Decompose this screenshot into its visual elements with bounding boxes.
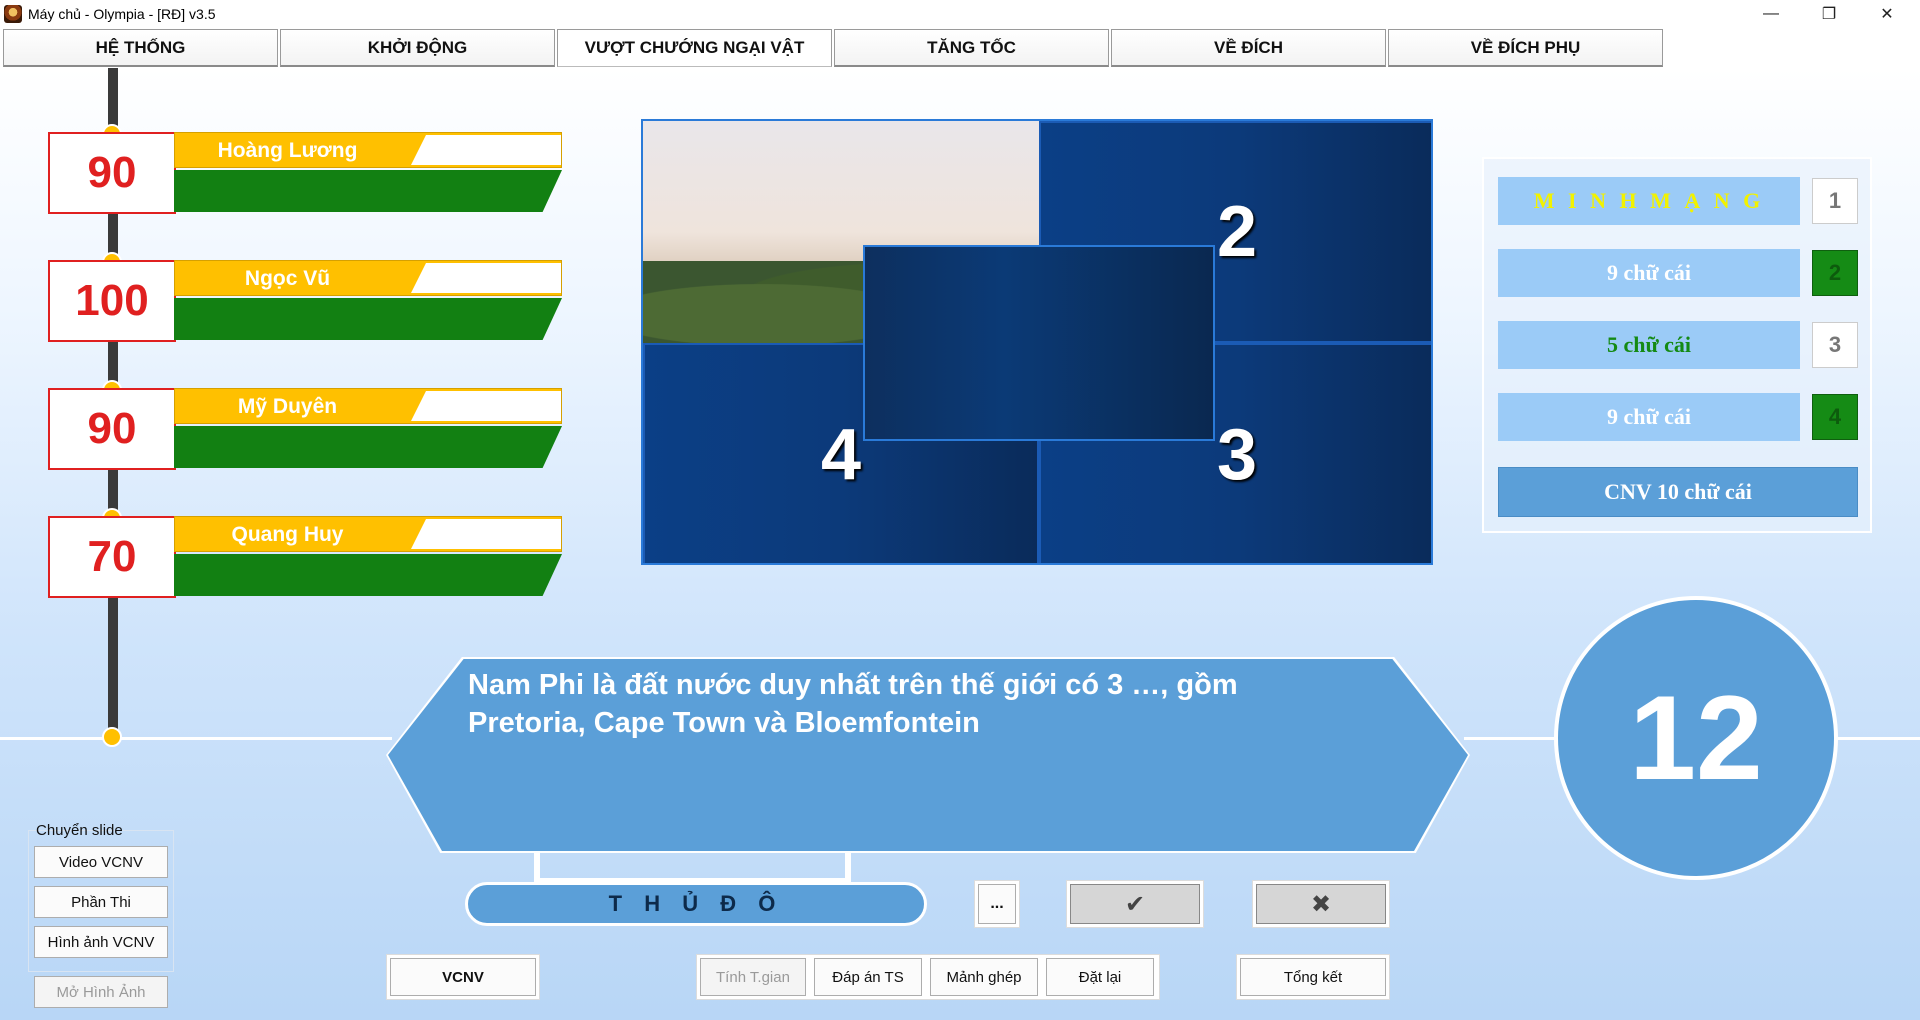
cnv-keyword-button[interactable]: CNV 10 chữ cái — [1498, 467, 1858, 517]
tab-he-thong[interactable]: HỆ THỐNG — [3, 29, 278, 67]
tinh-tgian-button[interactable]: Tính T.gian — [700, 958, 806, 996]
question-line-2: Pretoria, Cape Town và Bloemfontein — [468, 707, 980, 739]
dap-an-ts-button[interactable]: Đáp án TS — [814, 958, 922, 996]
keyword-row-2[interactable]: 9 chữ cái — [1498, 249, 1800, 297]
player-name: Hoàng Lương — [217, 139, 358, 162]
player-progress-bar — [174, 554, 562, 596]
divider-line-right — [1834, 737, 1920, 740]
tong-ket-button[interactable]: Tổng kết — [1240, 958, 1386, 996]
countdown-timer: 12 — [1554, 596, 1838, 880]
connector — [534, 851, 540, 881]
tab-bar: HỆ THỐNG KHỞI ĐỘNG VƯỢT CHƯỚNG NGẠI VẬT … — [0, 28, 1920, 68]
window-title: Máy chủ - Olympia - [RĐ] v3.5 — [28, 6, 216, 22]
keyword-row-3[interactable]: 5 chữ cái — [1498, 321, 1800, 369]
keyword-panel: M I N H M Ạ N G 1 9 chữ cái 2 5 chữ cái … — [1482, 157, 1872, 533]
correct-button[interactable]: ✔ — [1070, 884, 1200, 924]
player-name: Quang Huy — [231, 523, 344, 546]
tab-khoi-dong[interactable]: KHỞI ĐỘNG — [280, 29, 555, 67]
player-answer-slot — [411, 519, 561, 549]
player-score: 90 — [48, 388, 176, 470]
player-progress-bar — [174, 298, 562, 340]
tab-ve-dich-phu[interactable]: VỀ ĐÍCH PHỤ — [1388, 29, 1663, 67]
player-name-bar: Ngọc Vũ — [174, 260, 562, 296]
keyword-number-3[interactable]: 3 — [1812, 322, 1858, 368]
keyword-number-4[interactable]: 4 — [1812, 394, 1858, 440]
player-score: 100 — [48, 260, 176, 342]
title-bar: Máy chủ - Olympia - [RĐ] v3.5 — ❐ ✕ — [0, 0, 1920, 28]
question-line-1: Nam Phi là đất nước duy nhất trên thế gi… — [468, 669, 1238, 701]
divider-line-left — [0, 737, 392, 740]
player-progress-bar — [174, 170, 562, 212]
minimize-button[interactable]: — — [1748, 0, 1794, 28]
tab-vuot-chuong-ngai-vat[interactable]: VƯỢT CHƯỚNG NGẠI VẬT — [557, 29, 832, 67]
more-button[interactable]: ... — [978, 884, 1016, 924]
player-answer-slot — [411, 263, 561, 293]
hinh-anh-vcnv-button[interactable]: Hình ảnh VCNV — [34, 926, 168, 958]
phan-thi-button[interactable]: Phần Thi — [34, 886, 168, 918]
manh-ghep-button[interactable]: Mảnh ghép — [930, 958, 1038, 996]
wrong-button[interactable]: ✖ — [1256, 884, 1386, 924]
player-name-bar: Quang Huy — [174, 516, 562, 552]
divider-line-mid — [1464, 737, 1560, 740]
keyword-row-4[interactable]: 9 chữ cái — [1498, 393, 1800, 441]
puzzle-image: 2 4 3 — [641, 119, 1433, 565]
connector — [845, 851, 851, 881]
player-name-bar: Hoàng Lương — [174, 132, 562, 168]
answer-display: T H Ủ Đ Ô — [465, 882, 927, 926]
close-button[interactable]: ✕ — [1864, 0, 1910, 28]
keyword-number-1[interactable]: 1 — [1812, 178, 1858, 224]
app-icon — [4, 5, 22, 23]
question-text: Nam Phi là đất nước duy nhất trên thế gi… — [468, 666, 1348, 742]
keyword-row-1[interactable]: M I N H M Ạ N G — [1498, 177, 1800, 225]
maximize-button[interactable]: ❐ — [1806, 0, 1852, 28]
player-answer-slot — [411, 391, 561, 421]
vcnv-button[interactable]: VCNV — [390, 958, 536, 996]
player-score: 90 — [48, 132, 176, 214]
player-score: 70 — [48, 516, 176, 598]
mo-hinh-anh-button[interactable]: Mở Hình Ảnh — [34, 976, 168, 1008]
player-name-bar: Mỹ Duyên — [174, 388, 562, 424]
video-vcnv-button[interactable]: Video VCNV — [34, 846, 168, 878]
tab-tang-toc[interactable]: TĂNG TỐC — [834, 29, 1109, 67]
player-progress-bar — [174, 426, 562, 468]
dat-lai-button[interactable]: Đặt lại — [1046, 958, 1154, 996]
keyword-number-2[interactable]: 2 — [1812, 250, 1858, 296]
puzzle-piece-center[interactable] — [863, 245, 1215, 441]
slide-group-label: Chuyển slide — [36, 822, 123, 839]
player-name: Mỹ Duyên — [237, 395, 338, 418]
tab-ve-dich[interactable]: VỀ ĐÍCH — [1111, 29, 1386, 67]
player-name: Ngọc Vũ — [244, 267, 331, 290]
player-answer-slot — [411, 135, 561, 165]
track-dot — [102, 727, 122, 747]
